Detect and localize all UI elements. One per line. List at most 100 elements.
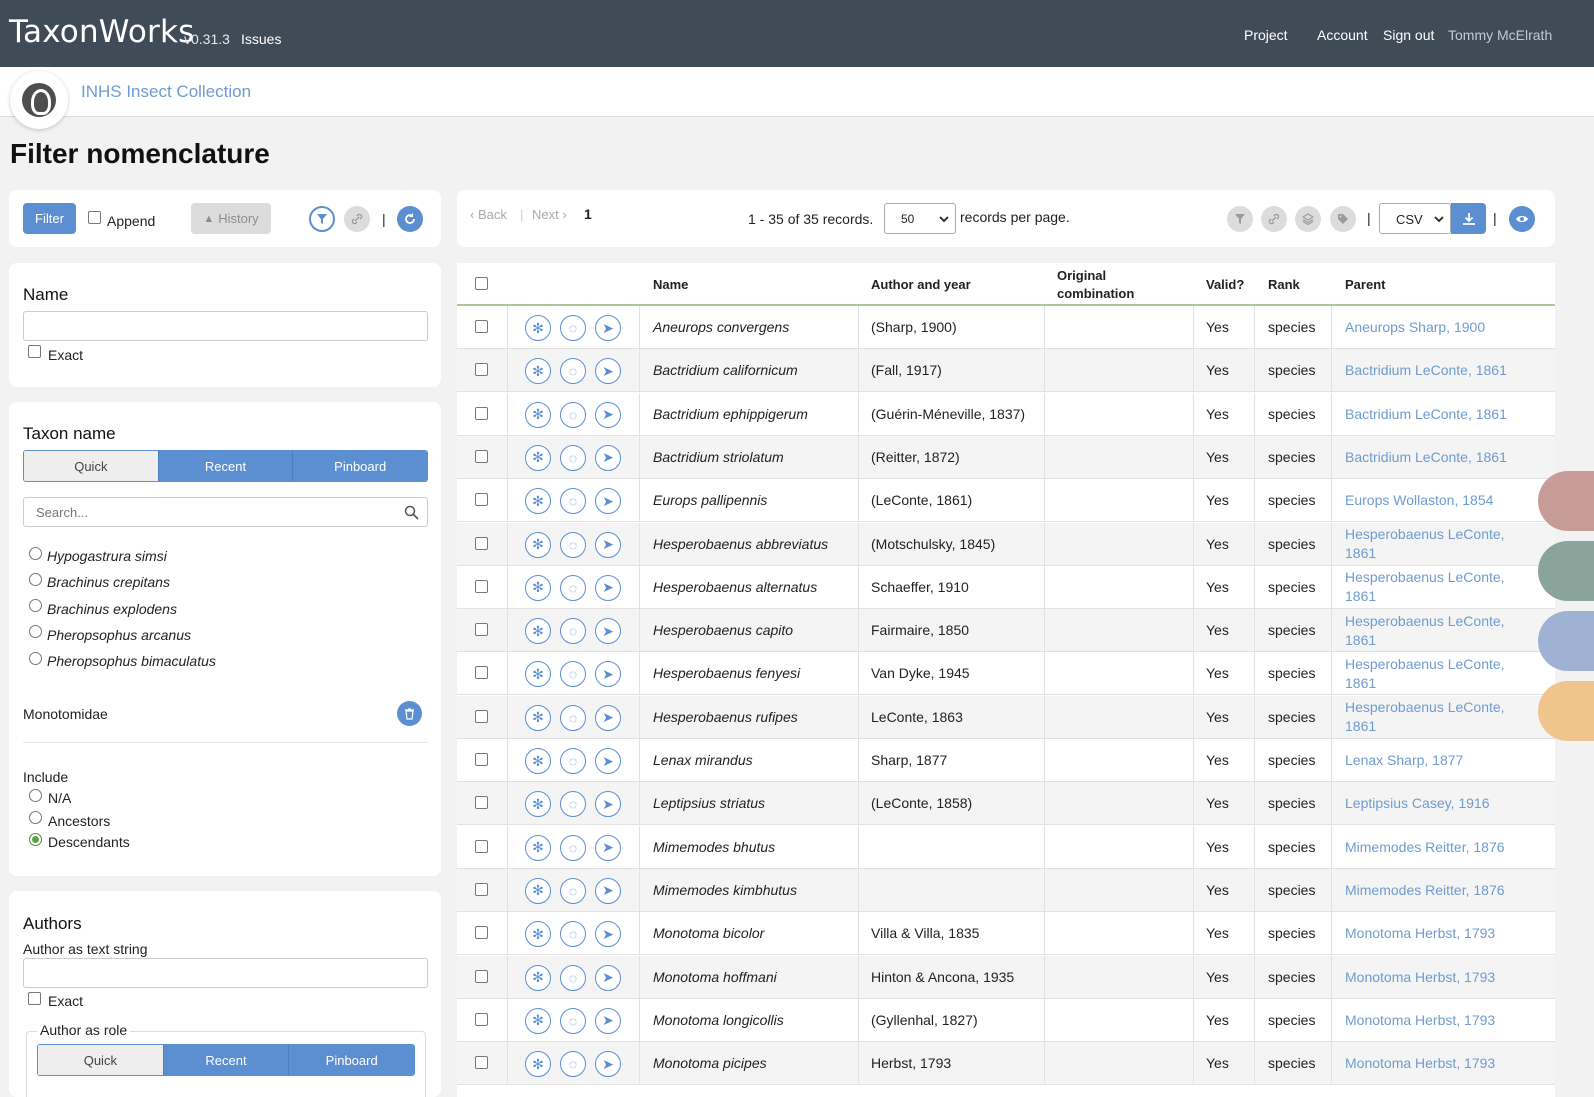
include-na-radio[interactable] [29,789,42,802]
radial-annotator-icon[interactable]: ✻ [525,401,551,428]
table-row[interactable]: ✻ ◌ ➤ Aneurops convergens (Sharp, 1900) Yes sp… [457,306,1555,349]
link-icon[interactable] [344,206,370,232]
cell-parent[interactable]: Monotoma Herbst, 1793 [1345,956,1535,999]
radial-object-icon[interactable]: ◌ [560,488,586,515]
author-text-input[interactable] [23,958,428,988]
table-row[interactable]: ✻ ◌ ➤ Hesperobaenus alternatus Schaeffer, 19… [457,565,1555,609]
table-row[interactable]: ✻ ◌ ➤ Europs pallipennis (LeConte, 1861) Yes s… [457,479,1555,523]
include-descendants-radio[interactable] [29,833,42,846]
radial-object-icon[interactable]: ◌ [560,704,586,731]
row-checkbox[interactable] [475,449,488,463]
floating-help-icon[interactable] [1538,681,1594,741]
radial-annotator-icon[interactable]: ✻ [525,748,551,774]
table-row[interactable]: ✻ ◌ ➤ Hesperobaenus abbreviatus (Motschulsky… [457,522,1555,566]
row-checkbox[interactable] [475,753,488,766]
trash-icon[interactable] [397,701,422,726]
radial-annotator-icon[interactable]: ✻ [525,964,551,991]
cell-name[interactable]: Hesperobaenus fenyesi [653,652,853,695]
table-row[interactable]: ✻ ◌ ➤ Monotoma hoffmani Hinton & Ancona, 193… [457,955,1555,999]
role-tab-quick[interactable]: Quick [38,1045,163,1075]
navigate-icon[interactable]: ➤ [595,748,621,774]
taxon-option[interactable]: Pheropsophus bimaculatus [47,653,216,669]
pagination-current-page[interactable]: 1 [584,206,592,222]
cell-name[interactable]: Hesperobaenus alternatus [653,566,853,609]
cell-parent[interactable]: Bactridium LeConte, 1861 [1345,393,1535,436]
table-row[interactable]: ✻ ◌ ➤ Monotoma longicollis (Gyllenhal, 1827)… [457,998,1555,1042]
cell-name[interactable]: Monotoma picipes [653,1042,853,1085]
filter-button[interactable]: Filter [23,203,76,234]
cell-parent[interactable]: Aneurops Sharp, 1900 [1345,306,1535,349]
radial-annotator-icon[interactable]: ✻ [525,315,551,341]
cell-parent[interactable]: Mimemodes Reitter, 1876 [1345,826,1535,869]
navigate-icon[interactable]: ➤ [595,444,621,471]
table-row[interactable]: ✻ ◌ ➤ Hesperobaenus fenyesi Van Dyke, 1945 Ye… [457,652,1555,696]
radial-annotator-icon[interactable]: ✻ [525,488,551,515]
navigate-icon[interactable]: ➤ [595,704,621,731]
cell-name[interactable]: Monotoma longicollis [653,999,853,1042]
taxon-option[interactable]: Brachinus explodens [47,601,177,617]
row-checkbox[interactable] [475,796,488,810]
cell-parent[interactable]: Hesperobaenus LeConte, 1861 [1345,609,1535,652]
taxon-option[interactable]: Pheropsophus arcanus [47,627,191,643]
radial-annotator-icon[interactable]: ✻ [525,704,551,731]
table-row[interactable]: ✻ ◌ ➤ Mimemodes kimbhutus Yes species Mimemode… [457,868,1555,912]
navigate-icon[interactable]: ➤ [595,964,621,991]
navigate-icon[interactable]: ➤ [595,877,621,904]
cell-name[interactable]: Mimemodes bhutus [653,826,853,869]
user-name[interactable]: Tommy McElrath [1448,27,1552,43]
table-row[interactable]: ✻ ◌ ➤ Mimemodes bhutus Yes species Mimemodes R… [457,825,1555,869]
nav-sign-out[interactable]: Sign out [1383,27,1434,43]
cell-parent[interactable]: Hesperobaenus LeConte, 1861 [1345,652,1535,695]
row-checkbox[interactable] [475,493,488,507]
cell-name[interactable]: Mimemodes kimbhutus [653,869,853,912]
nav-account[interactable]: Account [1317,27,1368,43]
radial-annotator-icon[interactable]: ✻ [525,574,551,601]
radial-object-icon[interactable]: ◌ [560,401,586,428]
floating-tool-icon[interactable] [1538,471,1594,531]
table-row[interactable]: ✻ ◌ ➤ Monotoma bicolor Villa & Villa, 1835 Ye… [457,912,1555,956]
radial-annotator-icon[interactable]: ✻ [525,921,551,948]
radial-annotator-icon[interactable]: ✻ [525,877,551,904]
radial-object-icon[interactable]: ◌ [560,661,586,688]
pagination-back[interactable]: ‹ Back [470,207,507,222]
beetle-logo-icon[interactable] [10,71,68,129]
table-row[interactable]: ✻ ◌ ➤ Bactridium californicum (Fall, 1917) Ye… [457,349,1555,393]
radial-object-icon[interactable]: ◌ [560,877,586,904]
taxon-option-radio[interactable] [29,547,42,560]
navigate-icon[interactable]: ➤ [595,531,621,558]
cell-name[interactable]: Europs pallipennis [653,479,853,522]
navigate-icon[interactable]: ➤ [595,1051,621,1078]
navigate-icon[interactable]: ➤ [595,1007,621,1034]
cell-name[interactable]: Hesperobaenus rufipes [653,696,853,739]
name-exact-checkbox[interactable] [28,345,41,358]
row-checkbox[interactable] [475,1056,488,1070]
cell-name[interactable]: Bactridium ephippigerum [653,393,853,436]
navigate-icon[interactable]: ➤ [595,574,621,601]
cell-name[interactable]: Hesperobaenus abbreviatus [653,523,853,566]
taxon-option-radio[interactable] [29,652,42,665]
cell-parent[interactable]: Mimemodes Reitter, 1876 [1345,869,1535,912]
row-checkbox[interactable] [475,709,488,723]
radial-annotator-icon[interactable]: ✻ [525,661,551,688]
navigate-icon[interactable]: ➤ [595,315,621,341]
row-checkbox[interactable] [475,363,488,377]
project-name[interactable]: INHS Insect Collection [81,82,251,102]
radial-object-icon[interactable]: ◌ [560,791,586,818]
radial-annotator-icon[interactable]: ✻ [525,791,551,818]
navigate-icon[interactable]: ➤ [595,661,621,688]
table-row[interactable]: ✻ ◌ ➤ Monotoma picipes Herbst, 1793 Yes specie… [457,1042,1555,1086]
per-page-select[interactable]: 50 [884,203,956,234]
navigate-icon[interactable]: ➤ [595,618,621,645]
cell-parent[interactable]: Hesperobaenus LeConte, 1861 [1345,696,1535,739]
filter-funnel-icon[interactable] [1227,206,1253,232]
cell-parent[interactable]: Bactridium LeConte, 1861 [1345,436,1535,479]
radial-object-icon[interactable]: ◌ [560,531,586,558]
pagination-next[interactable]: Next › [532,207,567,222]
radial-object-icon[interactable]: ◌ [560,1007,586,1034]
radial-object-icon[interactable]: ◌ [560,1051,586,1078]
tab-quick[interactable]: Quick [24,451,158,481]
column-header-original-combination[interactable]: Original combination [1057,267,1134,303]
cell-name[interactable]: Aneurops convergens [653,306,853,349]
cell-parent[interactable]: Leptipsius Casey, 1916 [1345,782,1535,825]
column-header-author[interactable]: Author and year [871,277,971,292]
